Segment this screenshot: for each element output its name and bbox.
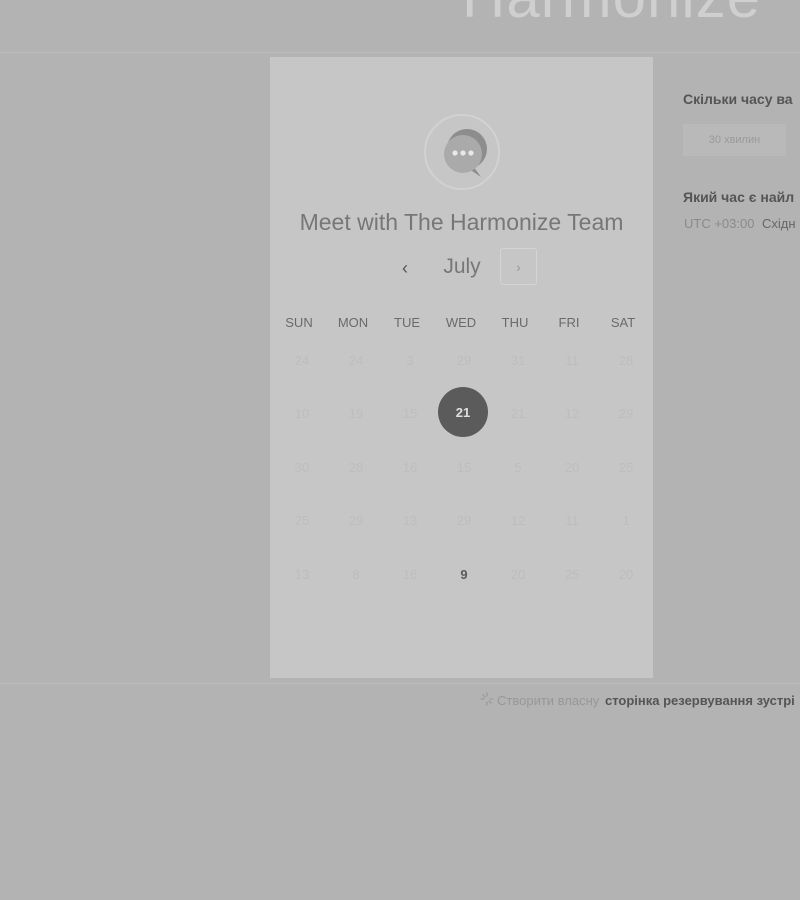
calendar-day: 25 <box>294 512 310 528</box>
timezone-selector[interactable]: Східн <box>762 216 796 231</box>
calendar-day: 25 <box>618 459 634 475</box>
calendar-day: 13 <box>402 512 418 528</box>
calendar-day: 16 <box>402 459 418 475</box>
selected-calendar-day[interactable]: 21 <box>438 387 488 437</box>
duration-question: Скільки часу ва <box>683 91 793 107</box>
weekday-label: FRI <box>558 315 580 330</box>
calendar-day: 12 <box>564 405 580 421</box>
weekday-label: TUE <box>394 315 420 330</box>
calendar-day: 5 <box>514 459 522 475</box>
calendar-day: 10 <box>294 405 310 421</box>
calendar-day: 8 <box>352 566 360 582</box>
calendar-day: 20 <box>510 566 526 582</box>
calendar-day: 29 <box>456 352 472 368</box>
calendar-day: 29 <box>618 405 634 421</box>
header: Harmonize <box>0 0 800 53</box>
calendar-day: 25 <box>564 566 580 582</box>
weekday-label: SUN <box>285 315 313 330</box>
weekday-label: SAT <box>610 315 636 330</box>
calendar-day: 20 <box>618 566 634 582</box>
calendar-day: 29 <box>348 512 364 528</box>
calendar-day: 29 <box>456 512 472 528</box>
time-question: Який час є найл <box>683 189 795 205</box>
calendar-day: 1 <box>622 512 630 528</box>
page-divider <box>0 683 800 684</box>
next-month-button[interactable]: › <box>500 248 537 285</box>
calendar-day: 15 <box>456 459 472 475</box>
calendar-day: 30 <box>294 459 310 475</box>
timezone-offset: UTC +03:00 <box>684 216 755 231</box>
brand-name: Harmonize <box>462 0 761 31</box>
footer-prefix: Створити власну <box>497 693 600 708</box>
calendar-day: 28 <box>348 459 364 475</box>
calendar-day: 11 <box>565 512 579 528</box>
calendar-day: 28 <box>618 352 634 368</box>
calendar-day: 11 <box>565 352 579 368</box>
available-calendar-day[interactable]: 9 <box>439 549 489 599</box>
calendar-day: 12 <box>510 512 526 528</box>
sparkle-icon <box>480 692 494 706</box>
previous-month-button[interactable]: ‹ <box>393 256 417 280</box>
calendar-day: 24 <box>294 352 310 368</box>
calendar-day: 13 <box>294 566 310 582</box>
calendar-day: 15 <box>402 405 418 421</box>
weekday-label: THU <box>501 315 529 330</box>
duration-option-button[interactable]: 30 хвилин <box>683 124 786 156</box>
calendar-day: 24 <box>348 352 364 368</box>
calendar-day: 31 <box>510 352 526 368</box>
calendar-day: 20 <box>564 459 580 475</box>
weekday-label: MON <box>337 315 369 330</box>
month-label: July <box>443 255 481 278</box>
calendar-day: 19 <box>348 405 364 421</box>
calendar-day: 21 <box>510 405 526 421</box>
chat-bubble-icon <box>424 114 500 190</box>
calendar-day: 16 <box>402 566 418 582</box>
weekday-label: WED <box>445 315 477 330</box>
calendar-day: 3 <box>406 352 414 368</box>
brand-logo-icon <box>350 0 440 10</box>
meeting-title: Meet with The Harmonize Team <box>299 209 624 235</box>
create-booking-page-link[interactable]: сторінка резервування зустрі <box>605 693 795 708</box>
